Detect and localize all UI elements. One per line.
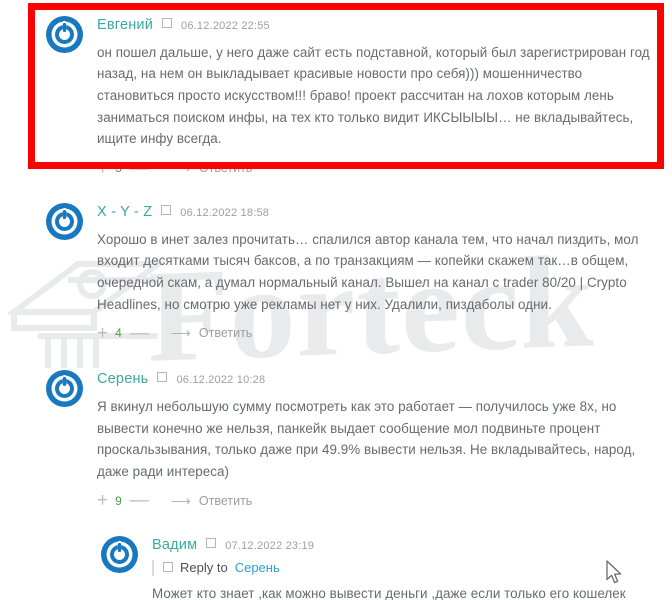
vote-count: 9: [115, 493, 122, 508]
comment-text: Я вкинул небольшую сумму посмотреть как …: [97, 398, 636, 479]
comment-author[interactable]: X - Y - Z: [97, 205, 152, 220]
vote-count: 4: [115, 326, 122, 341]
reply-to-line: Reply to Серень: [152, 560, 654, 576]
vote-up-button[interactable]: +: [97, 159, 108, 178]
calendar-icon: [161, 205, 172, 216]
comment-item: Евгений 06.12.2022 22:55 он пошел дальше…: [0, 0, 672, 178]
comment-item: X - Y - Z 06.12.2022 18:58 Хорошо в инет…: [0, 191, 672, 343]
comments-list: Евгений 06.12.2022 22:55 он пошел дальше…: [0, 0, 672, 600]
avatar: [46, 203, 83, 241]
reply-arrow-icon: ⟶: [170, 492, 191, 509]
reply-arrow-icon: ⟶: [170, 325, 191, 342]
vote-up-button[interactable]: +: [97, 324, 108, 343]
avatar: [46, 16, 83, 53]
reply-button[interactable]: ⟶ Ответить: [171, 494, 253, 508]
comment-text: Может кто знает ,как можно вывести деньг…: [152, 585, 626, 600]
comment-body: Вадим 07.12.2022 23:19 Reply to Серень М…: [152, 536, 654, 600]
comment-author[interactable]: Евгений: [97, 18, 153, 33]
comment-header: Вадим 07.12.2022 23:19: [152, 538, 654, 555]
comment-body: Евгений 06.12.2022 22:55 он пошел дальше…: [97, 16, 654, 178]
reply-button-label: Ответить: [198, 326, 253, 341]
reply-marker-icon: [163, 561, 173, 572]
comments-page: Forteck Евгений 06.12.2022 22:55 он поше…: [0, 0, 672, 600]
reply-button[interactable]: ⟶ Ответить: [171, 161, 253, 175]
comment-timestamp: 06.12.2022 10:28: [176, 374, 266, 387]
comment-actions: + 9 — ⟶ Ответить: [97, 491, 654, 510]
comment-header: Серень 06.12.2022 10:28: [97, 372, 654, 389]
calendar-icon: [162, 18, 173, 28]
avatar: [46, 370, 83, 408]
calendar-icon: [157, 372, 168, 383]
comment-text: Хорошо в инет залез прочитать… спалился …: [97, 231, 639, 312]
reply-to-user[interactable]: Серень: [235, 560, 280, 576]
reply-to-label: Reply to: [180, 560, 228, 576]
vote-up-button[interactable]: +: [97, 491, 108, 510]
comment-item-nested: Вадим 07.12.2022 23:19 Reply to Серень М…: [0, 524, 672, 600]
vote-down-button[interactable]: —: [130, 324, 149, 343]
vote-down-button[interactable]: —: [130, 491, 149, 510]
comment-body: Серень 06.12.2022 10:28 Я вкинул небольш…: [97, 370, 654, 510]
comment-text: он пошел дальше, у него даже сайт есть п…: [97, 44, 650, 147]
comment-timestamp: 07.12.2022 23:19: [225, 539, 315, 552]
reply-button-label: Ответить: [198, 161, 253, 176]
comment-timestamp: 06.12.2022 22:55: [181, 20, 270, 32]
vote-down-button[interactable]: —: [130, 159, 149, 178]
comment-body: X - Y - Z 06.12.2022 18:58 Хорошо в инет…: [97, 203, 654, 343]
comment-item: Серень 06.12.2022 10:28 Я вкинул небольш…: [0, 358, 672, 510]
vote-count: 3: [115, 161, 122, 176]
reply-arrow-icon: ⟶: [170, 160, 191, 177]
comment-header: Евгений 06.12.2022 22:55: [97, 18, 654, 35]
reply-button-label: Ответить: [198, 493, 253, 508]
calendar-icon: [206, 537, 217, 548]
reply-button[interactable]: ⟶ Ответить: [171, 326, 253, 340]
comment-header: X - Y - Z 06.12.2022 18:58: [97, 205, 654, 222]
comment-timestamp: 06.12.2022 18:58: [180, 207, 270, 220]
comment-author[interactable]: Серень: [97, 372, 148, 387]
comment-actions: + 3 — ⟶ Ответить: [97, 159, 654, 178]
comment-author[interactable]: Вадим: [152, 538, 197, 553]
comment-actions: + 4 — ⟶ Ответить: [97, 324, 654, 343]
avatar: [101, 535, 138, 573]
